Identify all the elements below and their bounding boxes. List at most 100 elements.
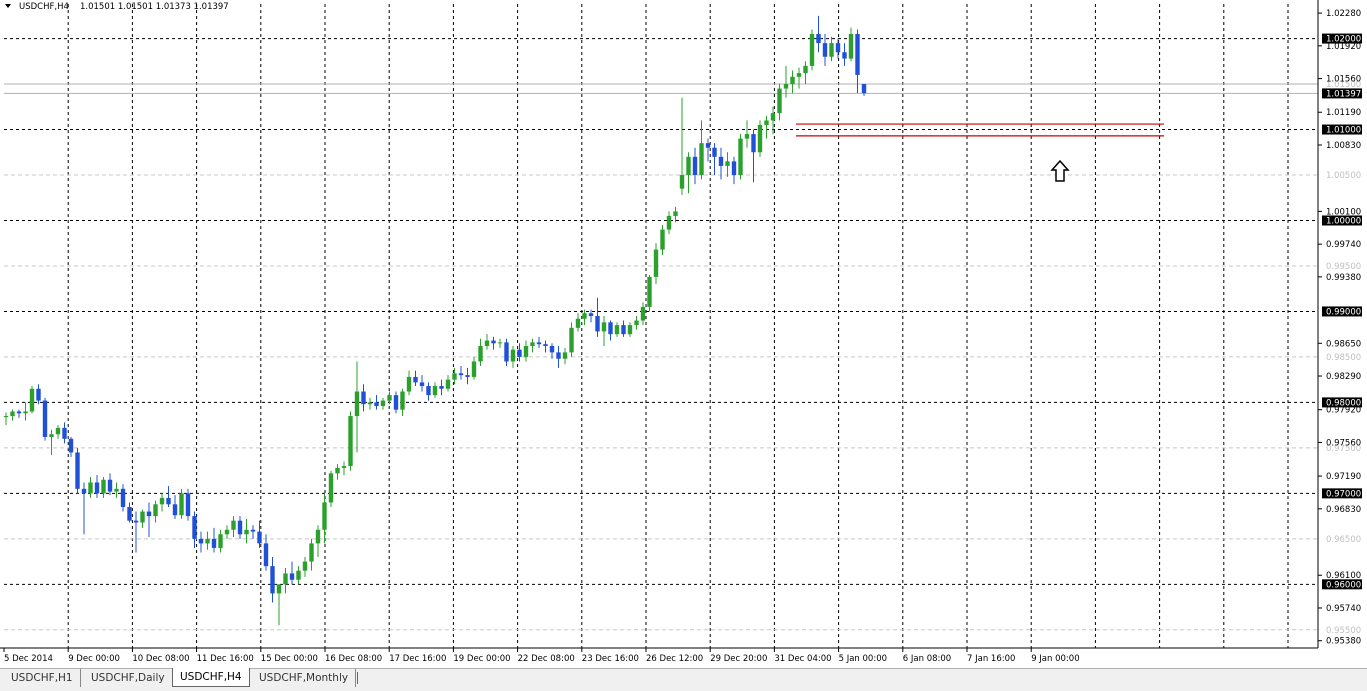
candle-body [322,502,327,530]
y-tick-label: 0.98290 [1326,372,1361,382]
candle-body [484,340,490,347]
candle-body [36,388,41,401]
x-tick-label: 9 Jan 00:00 [1031,654,1079,664]
x-tick-label: 6 Jan 08:00 [903,654,951,664]
y-tick-label: 0.97190 [1326,472,1361,482]
candle-body [523,346,529,357]
candle-body [296,570,301,580]
candle-body [458,373,464,376]
candle-body [341,466,347,468]
candle-body [809,34,815,66]
ohlc-label: 1.01501 1.01501 1.01373 1.01397 [80,2,229,12]
candle-body [3,416,9,418]
y-tick-label: 0.98650 [1326,339,1361,349]
candle-body [471,361,477,377]
x-tick-label: 22 Dec 08:00 [518,654,575,664]
chart-background [0,0,1367,668]
candle-body [374,402,379,407]
tab-usdchf-h1[interactable]: USDCHF,H1 [4,669,81,687]
x-tick-label: 11 Dec 16:00 [197,654,254,664]
price-chart[interactable]: 1.015001.005000.995000.985000.975000.965… [0,0,1367,668]
half-level-label: 0.99500 [1326,262,1361,272]
candle-body [510,349,516,362]
y-tick-label: 0.99740 [1326,240,1361,250]
x-tick-label: 23 Dec 16:00 [582,654,639,664]
candle-body [835,43,841,53]
candle-body [192,516,197,539]
candle-body [439,386,444,389]
candle-body [328,473,334,503]
chart-tab-bar: USDCHF,H1 USDCHF,Daily USDCHF,H4 USDCHF,… [0,668,1367,691]
half-level-label: 0.95500 [1326,626,1361,636]
candle-body [244,529,249,535]
candle-body [393,395,399,410]
x-tick-label: 29 Dec 20:00 [710,654,767,664]
half-level-label: 0.98500 [1326,353,1361,363]
candle-body [120,488,126,508]
half-level-label: 0.96500 [1326,535,1361,545]
y-tick-label: 0.99380 [1326,273,1361,283]
tab-usdchf-h4[interactable]: USDCHF,H4 [172,668,250,687]
round-level-label: 1.00000 [1326,216,1361,226]
tab-usdchf-monthly[interactable]: USDCHF,Monthly [252,669,357,687]
candle-body [445,379,451,389]
candle-body [764,120,769,125]
candle-body [686,156,691,176]
candle-body [725,161,730,166]
candle-body [536,342,542,345]
round-level-label: 0.99000 [1326,307,1361,317]
candle-body [770,113,776,121]
candle-body [231,520,236,530]
candle-body [166,497,171,505]
candle-body [114,488,119,492]
candle-body [718,156,724,166]
candle-body [140,511,145,523]
candle-body [159,497,165,505]
candle-body [75,452,80,489]
x-tick-label: 31 Dec 04:00 [774,654,831,664]
candle-body [816,34,821,44]
candle-body [68,438,74,453]
candle-body [848,34,854,59]
candle-body [406,376,412,392]
candle-body [153,504,158,517]
candle-body [426,386,431,396]
tab-usdchf-daily[interactable]: USDCHF,Daily [84,669,173,687]
candle-body [42,400,48,437]
x-tick-label: 5 Jan 00:00 [839,654,887,664]
x-tick-label: 15 Dec 00:00 [261,654,318,664]
candle-body [595,315,600,332]
candle-body [179,493,184,516]
candle-body [452,373,457,380]
candle-body [354,391,360,417]
candle-body [133,520,139,523]
candle-body [569,327,574,353]
x-tick-label: 9 Dec 00:00 [68,654,120,664]
y-tick-label: 0.95740 [1326,604,1361,614]
candle-body [348,416,353,467]
candle-body [224,529,230,535]
candle-body [803,65,808,74]
candle-body [627,325,633,335]
candle-body [387,395,392,401]
candle-body [23,411,28,414]
candle-body [744,134,750,139]
candle-body [88,482,93,494]
y-tick-label: 1.01560 [1326,75,1361,85]
candle-body [55,427,61,435]
candle-body [660,229,665,250]
candle-body [504,342,509,362]
candle-body [205,538,210,544]
candle-body [283,573,288,585]
candle-body [738,138,743,176]
candle-body [185,493,191,517]
round-level-label: 0.97000 [1326,489,1361,499]
candle-body [250,529,256,532]
candle-body [276,584,282,594]
candle-body [601,322,607,332]
y-tick-label: 0.96830 [1326,505,1361,515]
candle-body [497,342,503,344]
y-tick-label: 0.95380 [1326,637,1361,647]
candle-body [757,124,763,153]
candle-body [101,479,106,494]
